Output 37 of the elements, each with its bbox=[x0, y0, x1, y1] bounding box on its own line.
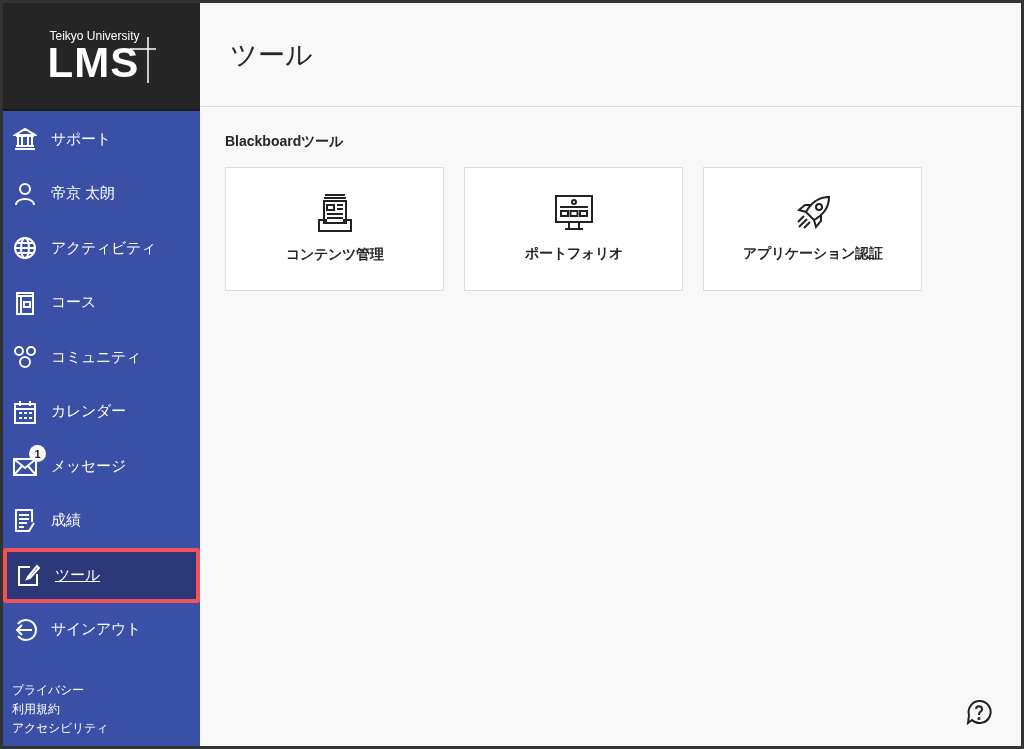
bank-icon bbox=[13, 127, 37, 152]
footer-link[interactable]: 利用規約 bbox=[12, 700, 200, 719]
sidebar-item[interactable]: コミュニティ bbox=[3, 330, 200, 385]
group-icon bbox=[13, 345, 37, 370]
sidebar-item[interactable]: ツール bbox=[3, 548, 200, 603]
page-title: ツール bbox=[230, 38, 313, 72]
monitor-icon bbox=[554, 195, 593, 231]
sidebar-item[interactable]: 1 メッセージ bbox=[3, 439, 200, 494]
sidebar-item[interactable]: 成績 bbox=[3, 493, 200, 548]
document-icon bbox=[13, 508, 37, 533]
tool-label: アプリケーション認証 bbox=[742, 245, 883, 263]
calendar-icon bbox=[13, 399, 37, 424]
tool-label: ポートフォリオ bbox=[524, 245, 623, 263]
file-tray-icon bbox=[316, 194, 353, 232]
tool-label: コンテンツ管理 bbox=[285, 246, 384, 264]
unread-badge: 1 bbox=[29, 445, 46, 463]
sidebar-item[interactable]: サインアウト bbox=[3, 602, 200, 657]
logo-subtitle: Teikyo University bbox=[49, 29, 140, 43]
sidebar-item[interactable]: 帝京 太朗 bbox=[3, 166, 200, 221]
rocket-icon bbox=[794, 195, 831, 231]
person-icon bbox=[13, 181, 37, 206]
section-heading: Blackboardツール bbox=[225, 133, 345, 151]
footer-link[interactable]: アクセシビリティ bbox=[12, 719, 200, 738]
book-icon bbox=[13, 290, 37, 315]
sidebar-item[interactable]: アクティビティ bbox=[3, 221, 200, 276]
sidebar-item[interactable]: カレンダー bbox=[3, 384, 200, 439]
sidebar-item[interactable]: コース bbox=[3, 275, 200, 330]
sidebar-item[interactable]: サポート bbox=[3, 112, 200, 167]
footer-link[interactable]: プライバシー bbox=[12, 681, 200, 700]
tool-card[interactable]: アプリケーション認証 bbox=[703, 167, 922, 291]
tool-card[interactable]: コンテンツ管理 bbox=[225, 167, 444, 291]
help-icon[interactable] bbox=[966, 699, 992, 725]
sign-out-icon bbox=[13, 617, 37, 642]
tool-card[interactable]: ポートフォリオ bbox=[464, 167, 683, 291]
globe-icon bbox=[13, 236, 37, 261]
edit-icon bbox=[17, 563, 41, 588]
logo-title: LMS bbox=[47, 43, 140, 83]
